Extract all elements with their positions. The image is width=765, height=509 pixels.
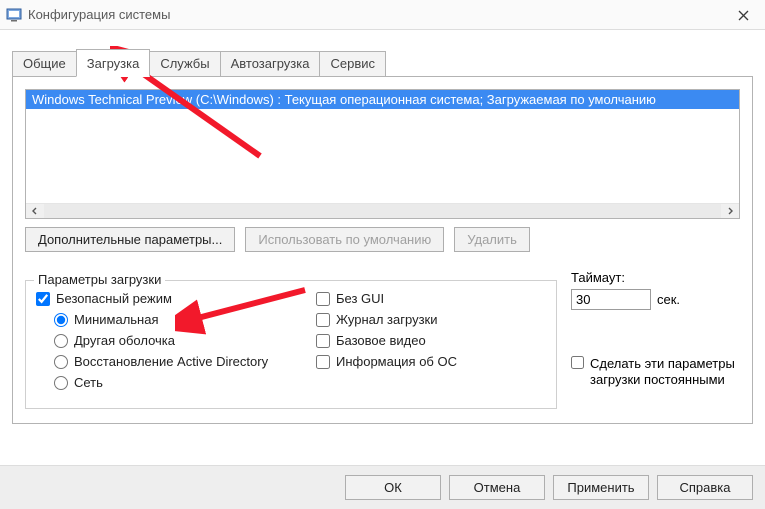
misc-options-column: Без GUI Журнал загрузки Базовое видео: [316, 291, 546, 396]
scroll-right-icon[interactable]: [721, 204, 739, 218]
permanent-checkbox[interactable]: Сделать эти параметры загрузки постоянны…: [571, 356, 740, 389]
scroll-track[interactable]: [44, 204, 721, 218]
delete-button: Удалить: [454, 227, 530, 252]
adrepair-radio[interactable]: Восстановление Active Directory: [54, 354, 316, 369]
basevideo-checkbox[interactable]: Базовое видео: [316, 333, 546, 348]
set-default-button: Использовать по умолчанию: [245, 227, 444, 252]
network-input[interactable]: [54, 376, 68, 390]
close-button[interactable]: [721, 0, 765, 30]
horizontal-scrollbar[interactable]: [26, 203, 739, 218]
tab-services[interactable]: Службы: [149, 51, 220, 77]
boot-buttons-row: Дополнительные параметры... Использовать…: [25, 227, 740, 252]
permanent-input[interactable]: [571, 356, 584, 369]
safe-mode-input[interactable]: [36, 292, 50, 306]
tab-startup[interactable]: Автозагрузка: [220, 51, 321, 77]
advanced-options-button[interactable]: Дополнительные параметры...: [25, 227, 235, 252]
group-legend: Параметры загрузки: [34, 272, 165, 287]
dialog-button-bar: ОК Отмена Применить Справка: [0, 465, 765, 509]
network-radio[interactable]: Сеть: [54, 375, 316, 390]
bootlog-input[interactable]: [316, 313, 330, 327]
right-column: Таймаут: сек. Сделать эти параметры загр…: [571, 266, 740, 409]
basevideo-input[interactable]: [316, 334, 330, 348]
timeout-unit: сек.: [657, 292, 680, 307]
boot-entry[interactable]: Windows Technical Preview (C:\Windows) :…: [26, 90, 739, 109]
tab-general[interactable]: Общие: [12, 51, 77, 77]
ok-button[interactable]: ОК: [345, 475, 441, 500]
boot-entries-list[interactable]: Windows Technical Preview (C:\Windows) :…: [25, 89, 740, 219]
scroll-left-icon[interactable]: [26, 204, 44, 218]
tab-tools[interactable]: Сервис: [319, 51, 386, 77]
timeout-input[interactable]: [571, 289, 651, 310]
tabs: Общие Загрузка Службы Автозагрузка Серви…: [12, 48, 753, 77]
bootlog-checkbox[interactable]: Журнал загрузки: [316, 312, 546, 327]
altshell-input[interactable]: [54, 334, 68, 348]
safe-mode-checkbox[interactable]: Безопасный режим: [36, 291, 316, 306]
app-icon: [6, 7, 22, 23]
nogui-input[interactable]: [316, 292, 330, 306]
boot-options-group: Параметры загрузки Безопасный режим Мини…: [25, 280, 557, 409]
nogui-checkbox[interactable]: Без GUI: [316, 291, 546, 306]
altshell-radio[interactable]: Другая оболочка: [54, 333, 316, 348]
safe-mode-column: Безопасный режим Минимальная Другая обол…: [36, 291, 316, 396]
cancel-button[interactable]: Отмена: [449, 475, 545, 500]
help-button[interactable]: Справка: [657, 475, 753, 500]
content-area: Общие Загрузка Службы Автозагрузка Серви…: [0, 30, 765, 424]
osinfo-input[interactable]: [316, 355, 330, 369]
osinfo-checkbox[interactable]: Информация об ОС: [316, 354, 546, 369]
minimal-input[interactable]: [54, 313, 68, 327]
window-title: Конфигурация системы: [28, 7, 170, 22]
tab-panel-boot: Windows Technical Preview (C:\Windows) :…: [12, 77, 753, 424]
apply-button[interactable]: Применить: [553, 475, 649, 500]
minimal-radio[interactable]: Минимальная: [54, 312, 316, 327]
timeout-label: Таймаут:: [571, 270, 740, 285]
adrepair-input[interactable]: [54, 355, 68, 369]
tab-boot[interactable]: Загрузка: [76, 49, 151, 77]
titlebar: Конфигурация системы: [0, 0, 765, 30]
